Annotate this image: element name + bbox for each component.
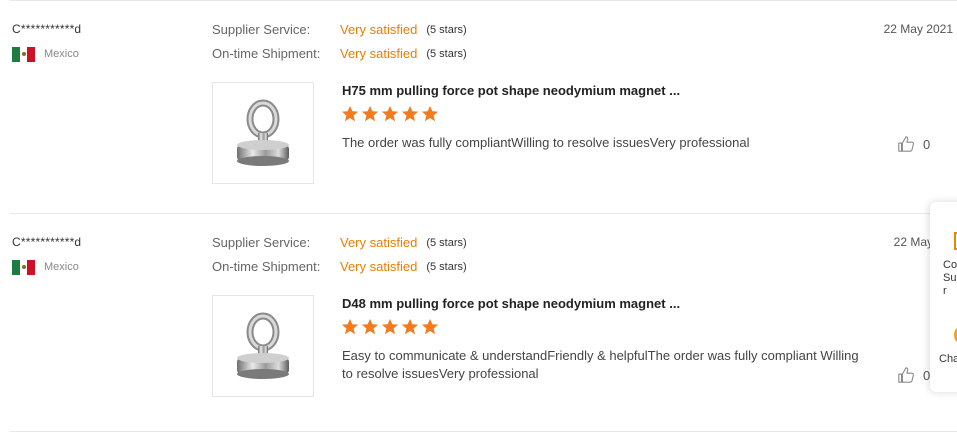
star-icon [401,318,419,335]
like-count: 0 [923,136,931,152]
buyer-country: Mexico [12,46,79,62]
product-title-link[interactable]: H75 mm pulling force pot shape neodymium… [342,83,680,98]
shipment-value: Very satisfied [340,259,418,274]
product-thumbnail[interactable] [212,82,314,184]
supplier-service-stars: (5 stars) [426,23,467,36]
like-button[interactable]: 0 [897,366,930,384]
country-name: Mexico [44,261,79,273]
supplier-service-stars: (5 stars) [426,236,467,249]
floating-contact-panel: Co Su r Cha [930,202,957,392]
review-date: 22 May 2021 [883,22,953,36]
star-icon [361,105,379,122]
magnet-image [237,99,289,166]
like-button[interactable]: 0 [897,135,930,153]
star-icon [341,105,359,122]
buyer-country: Mexico [12,259,79,275]
product-rating-stars [341,105,441,123]
supplier-service-label: Supplier Service: [212,22,311,37]
star-icon [401,105,419,122]
star-icon [421,318,439,335]
star-icon [381,318,399,335]
product-rating-stars [341,318,441,336]
star-icon [361,318,379,335]
shipment-value: Very satisfied [340,46,418,61]
supplier-service-rating: Supplier Service: Very satisfied (5 star… [212,22,467,37]
thumbs-up-icon [898,367,914,383]
buyer-name: C***********d [12,22,82,36]
star-icon [381,105,399,122]
thumbs-up-icon [898,136,914,152]
product-thumbnail[interactable] [212,295,314,397]
buyer-name: C***********d [12,235,82,249]
shipment-label: On-time Shipment: [212,259,321,274]
star-icon [421,105,439,122]
shipment-stars: (5 stars) [426,260,467,273]
shipment-rating: On-time Shipment: Very satisfied (5 star… [212,46,467,61]
shipment-label: On-time Shipment: [212,46,321,61]
product-title-link[interactable]: D48 mm pulling force pot shape neodymium… [342,296,680,311]
review-item: C***********d Mexico Supplier Service: V… [10,0,957,213]
magnet-image [237,312,289,379]
review-text: The order was fully compliantWilling to … [342,135,750,150]
shipment-stars: (5 stars) [426,47,467,60]
divider [10,431,957,432]
supplier-service-value: Very satisfied [340,235,418,250]
country-name: Mexico [44,48,79,60]
shipment-rating: On-time Shipment: Very satisfied (5 star… [212,259,467,274]
supplier-service-label: Supplier Service: [212,235,311,250]
review-text: Easy to communicate & understandFriendly… [342,348,859,381]
supplier-service-rating: Supplier Service: Very satisfied (5 star… [212,235,467,250]
contact-supplier-link[interactable]: Co Su r [943,259,957,298]
supplier-service-value: Very satisfied [340,22,418,37]
mexico-flag-icon [12,259,36,275]
chat-link[interactable]: Cha [939,353,957,365]
review-item: C***********d Mexico Supplier Service: V… [10,213,957,426]
mexico-flag-icon [12,46,36,62]
star-icon [341,318,359,335]
